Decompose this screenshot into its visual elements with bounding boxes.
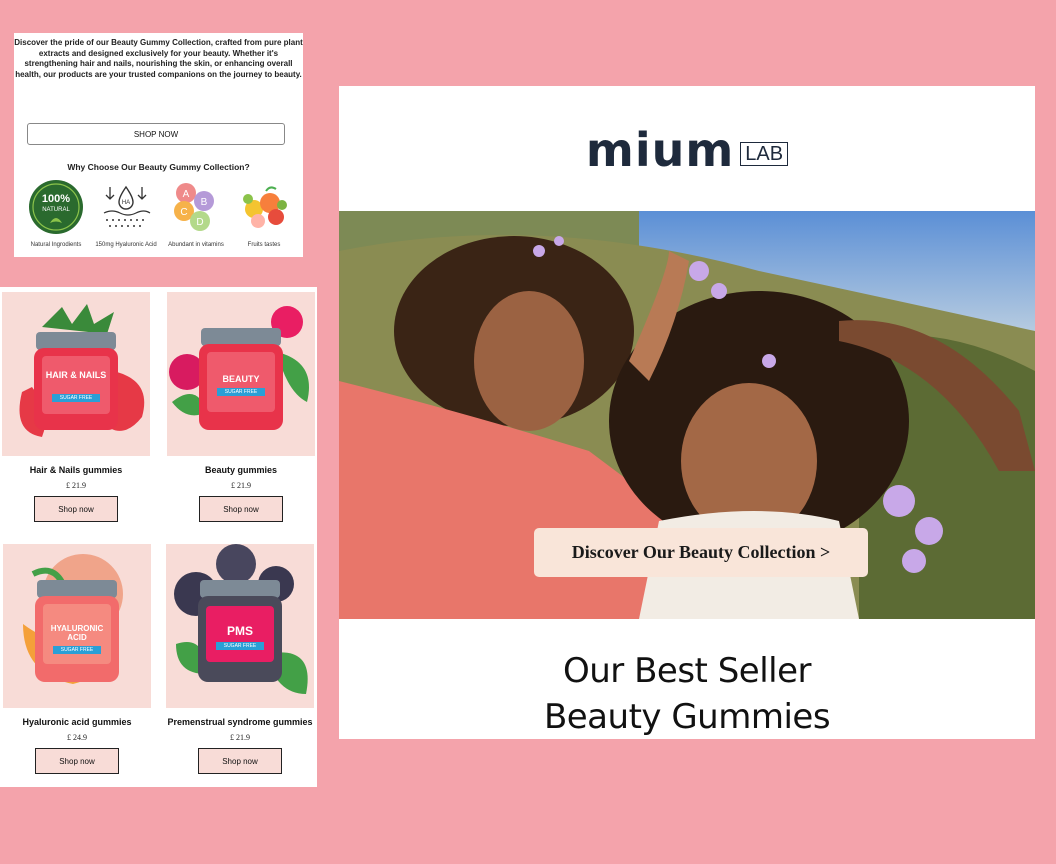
- natural-badge-percent: 100%: [42, 193, 70, 205]
- jar-label: BEAUTY: [222, 374, 260, 384]
- product-grid: HAIR & NAILS SUGAR FREE Hair & Nails gum…: [0, 287, 317, 787]
- jar-tag: SUGAR FREE: [53, 646, 101, 654]
- best-seller-line1: Our Best Seller: [563, 651, 811, 691]
- product-price: £ 24.9: [67, 733, 87, 742]
- product-card-pms: PMS SUGAR FREE Premenstrual syndrome gum…: [165, 544, 315, 774]
- why-choose-heading: Why Choose Our Beauty Gummy Collection?: [67, 162, 250, 172]
- feature-label: 150mg Hyaluronic Acid: [95, 242, 157, 248]
- svg-text:D: D: [196, 217, 203, 228]
- shop-now-button[interactable]: Shop now: [35, 748, 119, 774]
- product-card-hyaluronic: HYALURONIC ACID SUGAR FREE Hyaluronic ac…: [2, 544, 152, 774]
- vitamins-icon: A B C D: [174, 183, 214, 231]
- product-name[interactable]: Beauty gummies: [166, 465, 316, 476]
- hero-image[interactable]: Discover Our Beauty Collection >: [339, 211, 1035, 619]
- product-name[interactable]: Hyaluronic acid gummies: [2, 717, 152, 728]
- feature-label: Natural Ingrodients: [30, 242, 82, 248]
- logo-lab-box: LAB: [740, 142, 789, 166]
- product-name[interactable]: Hair & Nails gummies: [1, 465, 151, 476]
- product-price: £ 21.9: [231, 481, 251, 490]
- jar-tag: SUGAR FREE: [52, 394, 100, 402]
- jar-label: HAIR & NAILS: [45, 370, 107, 380]
- product-image[interactable]: BEAUTY SUGAR FREE: [167, 292, 315, 456]
- hyaluronic-acid-icon: HA: [103, 185, 151, 227]
- svg-text:B: B: [201, 197, 208, 208]
- jar-label: PMS: [226, 624, 253, 638]
- fruits-icon: [243, 186, 287, 228]
- discover-collection-button[interactable]: Discover Our Beauty Collection >: [534, 528, 868, 577]
- brand-logo[interactable]: mium LAB: [339, 123, 1035, 177]
- email-preview: mium LAB Discover Our Beauty Collection …: [339, 86, 1035, 739]
- natural-badge-icon: 100% NATURAL: [29, 180, 83, 234]
- natural-badge-word: NATURAL: [42, 207, 70, 213]
- feature-label: Abundant in vitamins: [168, 242, 224, 248]
- svg-text:A: A: [183, 189, 190, 200]
- best-seller-heading: Our Best Seller Beauty Gummies: [339, 648, 1035, 739]
- feature-hyaluronic: HA 150mg Hyaluronic Acid: [94, 179, 158, 250]
- jar-label: HYALURONIC ACID: [50, 624, 104, 642]
- intro-description: Discover the pride of our Beauty Gummy C…: [14, 38, 303, 79]
- ha-text: HA: [122, 200, 130, 206]
- product-price: £ 21.9: [66, 481, 86, 490]
- jar-tag: SUGAR FREE: [216, 642, 264, 650]
- feature-vitamins: A B C D Abundant in vitamins: [164, 179, 228, 250]
- product-card-beauty: BEAUTY SUGAR FREE Beauty gummies £ 21.9 …: [166, 292, 316, 522]
- feature-natural: 100% NATURAL Natural Ingrodients: [24, 179, 88, 250]
- logo-wordmark: mium: [585, 123, 735, 177]
- svg-text:C: C: [180, 207, 187, 218]
- shop-now-button[interactable]: Shop now: [199, 496, 283, 522]
- product-price: £ 21.9: [230, 733, 250, 742]
- product-card-hair-nails: HAIR & NAILS SUGAR FREE Hair & Nails gum…: [1, 292, 151, 522]
- product-image[interactable]: PMS SUGAR FREE: [166, 544, 314, 708]
- feature-label: Fruits tastes: [247, 242, 281, 248]
- intro-card: Discover the pride of our Beauty Gummy C…: [14, 33, 303, 257]
- product-name[interactable]: Premenstrual syndrome gummies: [165, 717, 315, 728]
- product-image[interactable]: HAIR & NAILS SUGAR FREE: [2, 292, 150, 456]
- feature-fruits: Fruits tastes: [232, 179, 296, 250]
- product-image[interactable]: HYALURONIC ACID SUGAR FREE: [3, 544, 151, 708]
- shop-now-button[interactable]: SHOP NOW: [27, 123, 285, 145]
- shop-now-button[interactable]: Shop now: [34, 496, 118, 522]
- jar-tag: SUGAR FREE: [217, 388, 265, 396]
- best-seller-line2: Beauty Gummies: [543, 697, 831, 737]
- shop-now-button[interactable]: Shop now: [198, 748, 282, 774]
